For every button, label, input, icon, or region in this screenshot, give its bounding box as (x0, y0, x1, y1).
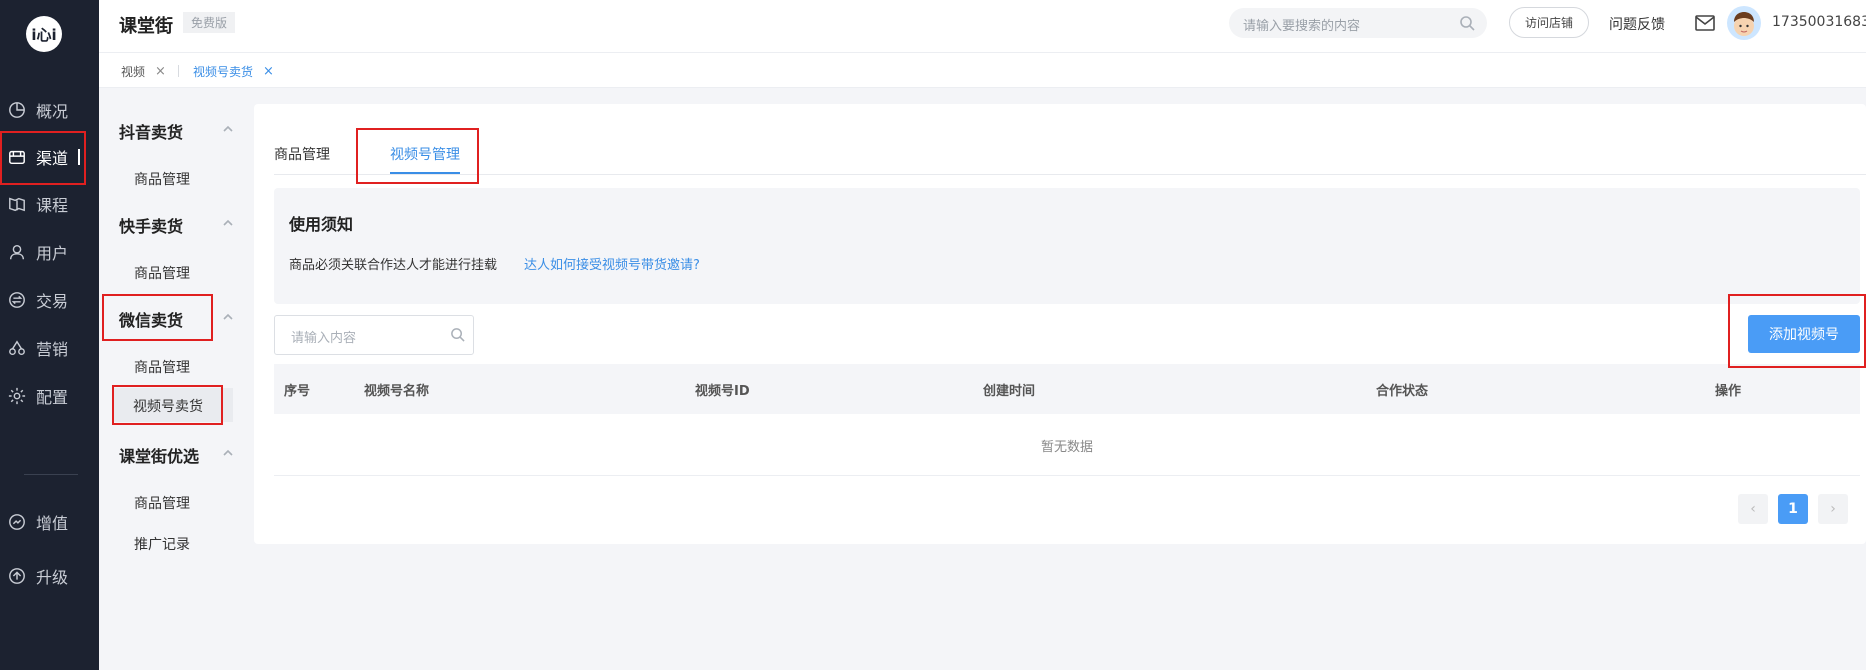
rail-item-settings[interactable]: 配置 (0, 376, 99, 416)
pie-chart-icon (8, 101, 26, 119)
rail-item-label: 概况 (36, 102, 69, 121)
visit-store-button[interactable]: 访问店铺 (1509, 7, 1589, 38)
pagination-next-button[interactable]: › (1818, 494, 1848, 524)
tab-video-account-management[interactable]: 视频号管理 (390, 144, 460, 164)
active-indicator (78, 149, 80, 165)
gear-icon (8, 387, 26, 405)
rail-item-trade[interactable]: 交易 (0, 280, 99, 320)
book-icon (8, 195, 26, 213)
tab-tag-bar: 视频 × 视频号卖货 × (99, 53, 1866, 88)
column-header-id: 视频号ID (695, 384, 750, 399)
table-header: 序号 视频号名称 视频号ID 创建时间 合作状态 操作 (274, 364, 1860, 414)
filter-placeholder: 请输入内容 (291, 331, 357, 346)
group-kuaishou[interactable]: 快手卖货 (119, 213, 183, 237)
column-header-name: 视频号名称 (364, 384, 430, 399)
chevron-up-icon[interactable] (223, 124, 233, 134)
store-icon (8, 148, 26, 166)
rail-item-label: 交易 (36, 292, 69, 311)
search-placeholder: 请输入要搜索的内容 (1243, 19, 1361, 34)
chevron-up-icon[interactable] (223, 312, 233, 322)
tag-label: 视频号卖货 (193, 65, 254, 79)
tag-video-selling[interactable]: 视频号卖货 × (193, 63, 274, 80)
rail-item-course[interactable]: 课程 (0, 184, 99, 224)
left-rail: i心i 概况 渠道 课程 用户 交易 营销 配置 增值 升级 (0, 0, 99, 670)
notice-help-link[interactable]: 达人如何接受视频号带货邀请? (524, 254, 700, 273)
content-tabs: 商品管理 视频号管理 (274, 104, 1866, 175)
rail-item-label: 用户 (36, 244, 69, 263)
rail-item-overview[interactable]: 概况 (0, 90, 99, 130)
pagination-page-1[interactable]: 1 (1778, 494, 1808, 524)
value-added-icon (8, 513, 26, 531)
active-tab-underline (390, 172, 460, 174)
feedback-link[interactable]: 问题反馈 (1609, 14, 1665, 34)
video-account-search-input[interactable]: 请输入内容 (274, 315, 474, 355)
upgrade-icon (8, 567, 26, 585)
channel-subnav: 抖音卖货 商品管理 快手卖货 商品管理 微信卖货 商品管理 视频号卖货 课堂街优… (99, 88, 254, 670)
table-empty-state: 暂无数据 (274, 414, 1860, 476)
top-header: 课堂街 免费版 请输入要搜索的内容 访问店铺 问题反馈 17350031683 (99, 0, 1866, 53)
rail-item-label: 升级 (36, 568, 69, 587)
user-phone[interactable]: 17350031683 (1772, 14, 1866, 30)
rail-item-value-added[interactable]: 增值 (0, 502, 99, 542)
subnav-item-wechat-goods[interactable]: 商品管理 (134, 357, 190, 377)
subnav-item-video-selling[interactable]: 视频号卖货 (113, 388, 233, 422)
avatar[interactable] (1727, 6, 1761, 40)
rail-item-label: 课程 (36, 196, 69, 215)
marketing-icon (8, 339, 26, 357)
rail-item-label: 增值 (36, 514, 69, 533)
app-logo[interactable]: i心i (26, 16, 62, 52)
close-icon[interactable]: × (155, 64, 166, 79)
close-icon[interactable]: × (263, 64, 274, 79)
subnav-item-promotion-records[interactable]: 推广记录 (134, 534, 190, 554)
subnav-item-ketangjie-goods[interactable]: 商品管理 (134, 493, 190, 513)
search-icon[interactable] (1459, 15, 1475, 31)
tag-video[interactable]: 视频 × (121, 63, 166, 80)
column-header-actions: 操作 (1715, 384, 1742, 399)
rail-item-label: 营销 (36, 340, 69, 359)
group-douyin[interactable]: 抖音卖货 (119, 119, 183, 143)
main-card: 商品管理 视频号管理 使用须知 商品必须关联合作达人才能进行挂载 达人如何接受视… (254, 104, 1866, 544)
search-icon[interactable] (450, 327, 465, 342)
add-video-account-button[interactable]: 添加视频号 (1748, 315, 1860, 353)
tag-label: 视频 (121, 65, 146, 79)
chevron-up-icon[interactable] (223, 448, 233, 458)
pagination-prev-button[interactable]: ‹ (1738, 494, 1768, 524)
group-ketangjie[interactable]: 课堂街优选 (119, 443, 199, 467)
rail-item-upgrade[interactable]: 升级 (0, 556, 99, 596)
mail-icon[interactable] (1695, 14, 1715, 32)
edition-badge: 免费版 (183, 12, 236, 33)
rail-divider (24, 474, 78, 475)
chevron-up-icon[interactable] (223, 218, 233, 228)
column-header-index: 序号 (284, 384, 311, 399)
column-header-status: 合作状态 (1376, 384, 1429, 399)
exchange-icon (8, 291, 26, 309)
group-wechat[interactable]: 微信卖货 (119, 307, 183, 331)
rail-item-label: 配置 (36, 388, 69, 407)
global-search-input[interactable]: 请输入要搜索的内容 (1229, 8, 1487, 38)
rail-item-label: 渠道 (36, 149, 69, 168)
subnav-item-kuaishou-goods[interactable]: 商品管理 (134, 263, 190, 283)
tag-divider (178, 65, 179, 77)
column-header-created: 创建时间 (983, 384, 1036, 399)
rail-item-marketing[interactable]: 营销 (0, 328, 99, 368)
rail-item-user[interactable]: 用户 (0, 232, 99, 272)
brand-name: 课堂街 (119, 16, 173, 37)
rail-item-channel[interactable]: 渠道 (0, 137, 99, 177)
subnav-item-douyin-goods[interactable]: 商品管理 (134, 169, 190, 189)
notice-title: 使用须知 (289, 215, 354, 234)
tab-goods-management[interactable]: 商品管理 (274, 144, 330, 164)
user-icon (8, 243, 26, 261)
notice-text: 商品必须关联合作达人才能进行挂载 (289, 258, 498, 273)
usage-notice: 使用须知 商品必须关联合作达人才能进行挂载 达人如何接受视频号带货邀请? (274, 188, 1860, 304)
